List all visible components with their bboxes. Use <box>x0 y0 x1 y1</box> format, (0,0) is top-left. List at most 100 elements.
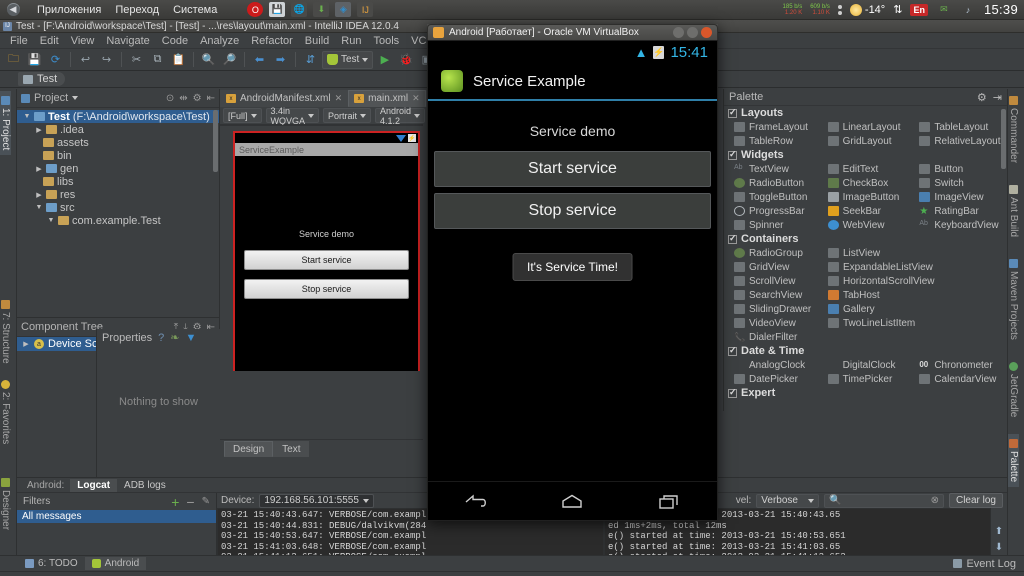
gnome-clock[interactable]: 15:39 <box>984 2 1018 17</box>
logcat-search-input[interactable]: 🔍 ⊗ <box>823 493 944 508</box>
compile-icon[interactable]: ⇵ <box>301 50 320 69</box>
debug-icon[interactable]: 🐞 <box>396 50 415 69</box>
hide-icon[interactable]: ⇥ <box>993 91 1002 104</box>
palette-group-widgets[interactable]: Widgets <box>724 148 1007 162</box>
sidebar-item-structure[interactable]: 7: Structure <box>0 295 11 369</box>
clear-log-button[interactable]: Clear log <box>948 493 1003 508</box>
palette-item-tablerow[interactable]: TableRow <box>724 136 828 147</box>
back-icon[interactable]: ⬅ <box>250 50 269 69</box>
palette-item-analogclock[interactable]: AnalogClock <box>724 360 828 371</box>
add-filter-icon[interactable]: + <box>171 495 179 509</box>
tree-row-root[interactable]: ▼ Test (F:\Android\workspace\Test) <box>17 110 219 123</box>
tree-row-assets[interactable]: assets <box>17 136 219 149</box>
close-button[interactable] <box>701 27 712 38</box>
palette-item-tablelayout[interactable]: TableLayout <box>919 122 1007 133</box>
tab-mainxml[interactable]: x main.xml ✕ <box>348 90 426 107</box>
menu-edit[interactable]: Edit <box>34 35 65 47</box>
preview-stop-button[interactable]: Stop service <box>244 279 409 299</box>
design-canvas[interactable]: ⚡ ServiceExample Service demo Start serv… <box>220 125 423 457</box>
breadcrumb[interactable]: Test <box>18 72 66 86</box>
menu-view[interactable]: View <box>65 35 101 47</box>
menu-code[interactable]: Code <box>156 35 194 47</box>
maximize-button[interactable] <box>687 27 698 38</box>
palette-item-textview[interactable]: Ab TextView <box>724 164 828 175</box>
tree-row-bin[interactable]: bin <box>17 149 219 162</box>
forward-icon[interactable]: ➡ <box>271 50 290 69</box>
device-selector[interactable]: 192.168.56.101:5555 <box>259 493 374 508</box>
palette-item-tabhost[interactable]: TabHost <box>828 290 920 301</box>
hide-icon[interactable]: ⇤ <box>207 93 215 104</box>
volume-icon[interactable]: ♪ <box>960 2 976 17</box>
palette-item-imageview[interactable]: ImageView <box>919 192 1007 203</box>
clear-search-icon[interactable]: ⊗ <box>931 495 939 506</box>
edit-filter-icon[interactable]: ✎ <box>202 496 210 507</box>
palette-item-webview[interactable]: WebView <box>827 220 920 231</box>
device-selector[interactable]: 3.4in WQVGA <box>265 106 320 126</box>
palette-item-imagebutton[interactable]: ImageButton <box>827 192 920 203</box>
palette-item-gridview[interactable]: GridView <box>724 262 828 273</box>
orientation-selector[interactable]: Portrait <box>323 108 372 123</box>
menu-analyze[interactable]: Analyze <box>194 35 245 47</box>
gear-icon[interactable]: ⚙ <box>193 93 202 104</box>
save-all-icon[interactable]: 💾 <box>25 50 44 69</box>
undo-icon[interactable]: ↩ <box>76 50 95 69</box>
sidebar-item-jetgradle[interactable]: JetGradle <box>1008 357 1019 422</box>
chrome-icon[interactable]: 🌐 <box>291 2 308 17</box>
logcat-filter-all-messages[interactable]: All messages <box>17 510 216 523</box>
sidebar-item-maven[interactable]: Maven Projects <box>1008 254 1019 345</box>
palette-item-searchview[interactable]: SearchView <box>724 290 828 301</box>
filter-icon[interactable]: ▼ <box>185 332 196 344</box>
palette-item-digitalclock[interactable]: DigitalClock <box>828 360 920 371</box>
gear-icon[interactable]: ⚙ <box>977 91 987 104</box>
close-icon[interactable]: ✕ <box>335 93 343 104</box>
sidebar-item-commander[interactable]: Commander <box>1008 91 1019 168</box>
palette-scrollbar[interactable] <box>1001 109 1006 169</box>
menu-file[interactable]: File <box>4 35 34 47</box>
menu-build[interactable]: Build <box>299 35 335 47</box>
palette-item-ratingbar[interactable]: ★ RatingBar <box>919 206 1007 218</box>
palette-item-relativelayout[interactable]: RelativeLayout <box>919 136 1007 147</box>
sync-icon[interactable]: ⟳ <box>46 50 65 69</box>
find-icon[interactable]: 🔍 <box>199 50 218 69</box>
tree-row-gen[interactable]: ▶ gen <box>17 162 219 175</box>
android-stop-service-button[interactable]: Stop service <box>434 193 711 229</box>
sidebar-item-favorites[interactable]: 2: Favorites <box>0 375 11 449</box>
palette-item-videoview[interactable]: VideoView <box>724 318 828 329</box>
tree-row-package[interactable]: ▼ com.example.Test <box>17 214 219 227</box>
cut-icon[interactable]: ✂ <box>127 50 146 69</box>
palette-item-togglebutton[interactable]: ToggleButton <box>724 192 828 203</box>
scroll-up-icon[interactable]: ⬆ <box>995 526 1003 537</box>
android-screen[interactable]: ▲ ⚡ 15:41 Service Example Service demo S… <box>427 40 718 521</box>
project-panel-title-group[interactable]: Project <box>21 92 79 104</box>
tab-design[interactable]: Design <box>224 441 274 457</box>
run-configuration-selector[interactable]: Test <box>322 50 374 69</box>
palette-item-scrollview[interactable]: ScrollView <box>724 276 828 287</box>
tree-row-libs[interactable]: libs <box>17 175 219 188</box>
close-icon[interactable]: ✕ <box>412 93 420 104</box>
tree-row-idea[interactable]: ▶ .idea <box>17 123 219 136</box>
sidebar-item-antbuild[interactable]: Ant Build <box>1008 180 1019 242</box>
save-disk-icon[interactable]: 💾 <box>269 2 286 17</box>
replace-icon[interactable]: 🔎 <box>220 50 239 69</box>
palette-item-edittext[interactable]: EditText <box>827 164 920 175</box>
menu-refactor[interactable]: Refactor <box>245 35 299 47</box>
mail-icon[interactable]: ✉ <box>936 2 952 17</box>
palette-item-framelayout[interactable]: FrameLayout <box>724 122 828 133</box>
palette-group-datetime[interactable]: Date & Time <box>724 344 1007 358</box>
preview-start-button[interactable]: Start service <box>244 250 409 270</box>
palette-item-radiogroup[interactable]: RadioGroup <box>724 248 828 259</box>
palette-item-listview[interactable]: ListView <box>828 248 920 259</box>
palette-group-containers[interactable]: Containers <box>724 232 1007 246</box>
virtualbox-icon[interactable]: ◈ <box>335 2 352 17</box>
palette-item-keyboardview[interactable]: Ab KeyboardView <box>919 220 1007 231</box>
palette-group-expert[interactable]: Expert <box>724 386 1007 400</box>
palette-item-calendarview[interactable]: CalendarView <box>919 374 1007 385</box>
palette-item-timepicker[interactable]: TimePicker <box>827 374 920 385</box>
palette-item-chronometer[interactable]: 00 Chronometer <box>919 360 1007 371</box>
tree-row-src[interactable]: ▼ src <box>17 201 219 214</box>
virtualbox-title-bar[interactable]: Android [Работает] - Oracle VM VirtualBo… <box>427 24 718 40</box>
locate-icon[interactable]: ⊙ <box>166 93 174 104</box>
run-icon[interactable]: ▶ <box>375 50 394 69</box>
opera-icon[interactable]: O <box>247 2 264 17</box>
tool-tab-todo[interactable]: 6: TODO <box>18 557 85 570</box>
